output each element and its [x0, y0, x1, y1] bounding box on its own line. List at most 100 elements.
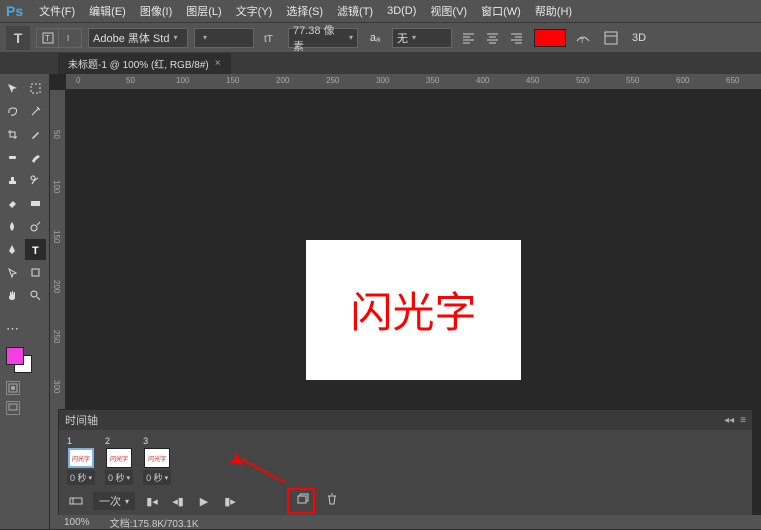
- timeline-title: 时间轴: [65, 412, 98, 428]
- shape-tool[interactable]: [25, 262, 46, 283]
- menu-help[interactable]: 帮助(H): [529, 1, 578, 21]
- menu-edit[interactable]: 编辑(E): [83, 1, 132, 21]
- eraser-tool[interactable]: [2, 193, 23, 214]
- ruler-tick: 350: [426, 76, 439, 85]
- frame-1[interactable]: 1 闪光字 0 秒▾: [67, 436, 95, 485]
- duplicate-frame-icon[interactable]: [294, 490, 312, 508]
- move-tool[interactable]: [2, 78, 23, 99]
- menu-file[interactable]: 文件(F): [33, 1, 81, 21]
- chevron-down-icon: ▾: [412, 33, 416, 42]
- delete-frame-icon[interactable]: [323, 490, 341, 508]
- vertical-type-icon[interactable]: I: [59, 29, 81, 47]
- warp-text-icon[interactable]: T: [572, 27, 594, 49]
- orientation-toggle[interactable]: T I: [36, 28, 82, 48]
- menu-3d[interactable]: 3D(D): [381, 3, 422, 19]
- close-icon[interactable]: ×: [215, 58, 221, 69]
- dodge-tool[interactable]: [25, 216, 46, 237]
- heal-tool[interactable]: [2, 147, 23, 168]
- frame-duration[interactable]: 0 秒▾: [143, 470, 171, 485]
- blur-tool[interactable]: [2, 216, 23, 237]
- menu-layer[interactable]: 图层(L): [180, 1, 227, 21]
- menu-type[interactable]: 文字(Y): [230, 1, 279, 21]
- frame-number: 3: [143, 436, 148, 446]
- antialias-value: 无: [397, 30, 408, 46]
- stamp-tool[interactable]: [2, 170, 23, 191]
- frame-duration[interactable]: 0 秒▾: [67, 470, 95, 485]
- ruler-tick: 550: [626, 76, 639, 85]
- menu-window[interactable]: 窗口(W): [475, 1, 527, 21]
- panel-icon[interactable]: [600, 27, 622, 49]
- ruler-tick: 200: [276, 76, 289, 85]
- quickmask-icon[interactable]: [6, 381, 20, 395]
- frame-thumb: 闪光字: [144, 448, 170, 468]
- color-swatches[interactable]: [6, 347, 36, 375]
- ruler-tick: 300: [376, 76, 389, 85]
- first-frame-icon[interactable]: ▮◂: [143, 492, 161, 510]
- menu-icon[interactable]: ≡: [740, 415, 746, 426]
- align-right-icon[interactable]: [506, 27, 528, 49]
- menu-image[interactable]: 图像(I): [134, 1, 178, 21]
- loop-select[interactable]: 一次▾: [93, 492, 135, 510]
- wand-tool[interactable]: [25, 101, 46, 122]
- font-family-value: Adobe 黑体 Std: [93, 30, 169, 46]
- play-icon[interactable]: ▶: [195, 492, 213, 510]
- text-layer[interactable]: 闪光字: [350, 279, 476, 340]
- font-size-icon: tT: [260, 27, 282, 49]
- ruler-tick: 300: [52, 380, 61, 393]
- frame-duration[interactable]: 0 秒▾: [105, 470, 133, 485]
- document-tab[interactable]: 未标题-1 @ 100% (红, RGB/8#) ×: [58, 53, 231, 74]
- lasso-tool[interactable]: [2, 101, 23, 122]
- marquee-tool[interactable]: [25, 78, 46, 99]
- brush-tool[interactable]: [25, 147, 46, 168]
- eyedropper-tool[interactable]: [25, 124, 46, 145]
- foreground-color[interactable]: [6, 347, 24, 365]
- ruler-tick: 50: [52, 130, 61, 139]
- ruler-tick: 650: [726, 76, 739, 85]
- menu-select[interactable]: 选择(S): [280, 1, 329, 21]
- history-brush-tool[interactable]: [25, 170, 46, 191]
- antialias-select[interactable]: 无 ▾: [392, 28, 452, 48]
- next-frame-icon[interactable]: ▮▸: [221, 492, 239, 510]
- crop-tool[interactable]: [2, 124, 23, 145]
- zoom-tool[interactable]: [25, 285, 46, 306]
- menu-view[interactable]: 视图(V): [424, 1, 473, 21]
- font-size-input[interactable]: 77.38 像素 ▾: [288, 28, 358, 48]
- collapse-icon[interactable]: ◂◂: [724, 415, 734, 426]
- frame-number: 2: [105, 436, 110, 446]
- type-tool[interactable]: T: [25, 239, 46, 260]
- prev-frame-icon[interactable]: ◂▮: [169, 492, 187, 510]
- ruler-horizontal: 0 50 100 150 200 250 300 350 400 450 500…: [66, 74, 761, 90]
- convert-icon[interactable]: [67, 492, 85, 510]
- antialias-icon: aₐ: [364, 27, 386, 49]
- svg-text:I: I: [67, 34, 69, 43]
- chevron-down-icon: ▾: [349, 33, 353, 42]
- align-left-icon[interactable]: [458, 27, 480, 49]
- current-tool-icon[interactable]: T: [6, 26, 30, 50]
- path-select-tool[interactable]: [2, 262, 23, 283]
- screenmode-icon[interactable]: [6, 401, 20, 415]
- doc-info: 文档:175.8K/703.1K: [110, 515, 199, 530]
- menu-bar: Ps 文件(F) 编辑(E) 图像(I) 图层(L) 文字(Y) 选择(S) 滤…: [0, 0, 761, 22]
- document-tabs: 未标题-1 @ 100% (红, RGB/8#) ×: [0, 52, 761, 74]
- hand-tool[interactable]: [2, 285, 23, 306]
- frame-2[interactable]: 2 闪光字 0 秒▾: [105, 436, 133, 485]
- font-style-select[interactable]: ▾: [194, 28, 254, 48]
- menu-filter[interactable]: 滤镜(T): [331, 1, 379, 21]
- pen-tool[interactable]: [2, 239, 23, 260]
- ruler-tick: 250: [52, 330, 61, 343]
- timeline-frames: 1 闪光字 0 秒▾ 2 闪光字 0 秒▾ 3 闪光字 0 秒▾: [59, 430, 752, 491]
- frame-3[interactable]: 3 闪光字 0 秒▾: [143, 436, 171, 485]
- horizontal-type-icon[interactable]: T: [37, 29, 59, 47]
- align-center-icon[interactable]: [482, 27, 504, 49]
- zoom-level[interactable]: 100%: [64, 517, 90, 528]
- text-color-swatch[interactable]: [534, 29, 566, 47]
- font-family-select[interactable]: Adobe 黑体 Std ▾: [88, 28, 188, 48]
- chevron-down-icon: ▾: [173, 33, 177, 42]
- ellipsis-icon[interactable]: ⋯: [2, 318, 23, 339]
- artboard[interactable]: 闪光字: [306, 240, 521, 380]
- app-logo: Ps: [6, 3, 23, 19]
- ruler-tick: 50: [126, 76, 135, 85]
- 3d-button[interactable]: 3D: [628, 27, 650, 49]
- frame-number: 1: [67, 436, 72, 446]
- gradient-tool[interactable]: [25, 193, 46, 214]
